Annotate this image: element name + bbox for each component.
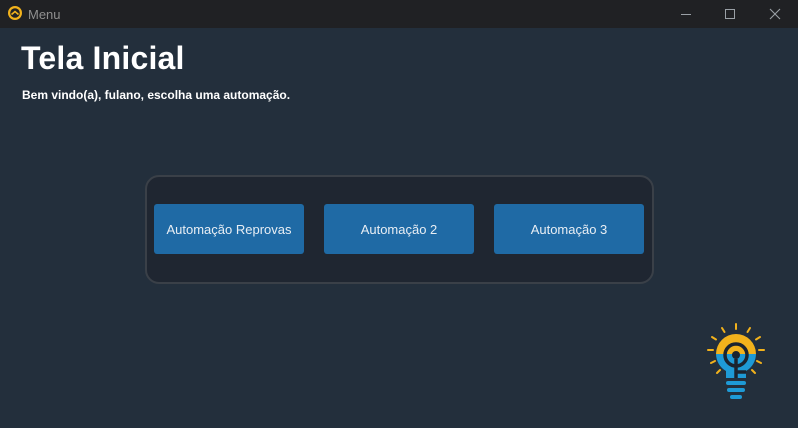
close-button[interactable] [752, 0, 798, 28]
window-titlebar[interactable]: Menu [0, 0, 798, 28]
automation-3-button[interactable]: Automação 3 [494, 204, 644, 254]
automation-2-button[interactable]: Automação 2 [324, 204, 474, 254]
minimize-button[interactable] [663, 0, 709, 28]
welcome-message: Bem vindo(a), fulano, escolha uma automa… [22, 88, 291, 102]
close-icon [769, 8, 781, 20]
page-title: Tela Inicial [21, 40, 185, 76]
automation-reprovas-button[interactable]: Automação Reprovas [154, 204, 304, 254]
minimize-icon [680, 8, 692, 20]
maximize-icon [724, 8, 736, 20]
automation-panel: Automação Reprovas Automação 2 Automação… [145, 175, 654, 284]
gauge-icon [7, 5, 23, 21]
window-title: Menu [28, 7, 61, 22]
lightbulb-logo-icon [702, 320, 770, 408]
maximize-button[interactable] [707, 0, 753, 28]
